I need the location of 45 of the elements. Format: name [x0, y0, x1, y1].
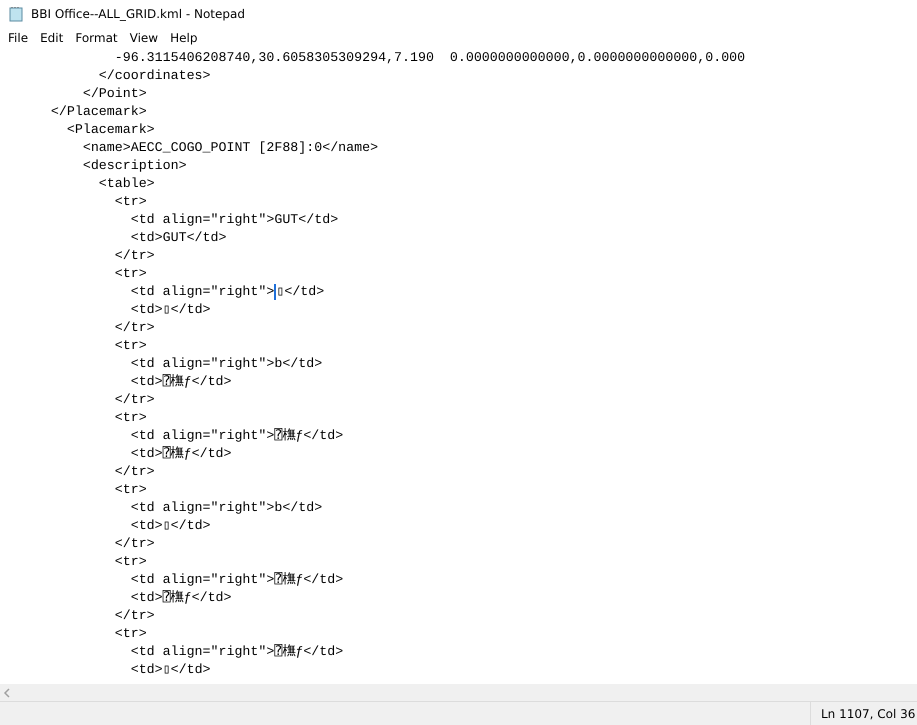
code-line: <td align="right">⍰橅ƒ</td> [130, 643, 344, 661]
code-line: </tr> [114, 535, 155, 553]
code-line: <td align="right">GUT</td> [130, 211, 338, 229]
code-line: <table> [98, 175, 155, 193]
code-line: <tr> [114, 337, 147, 355]
code-line: <tr> [114, 553, 147, 571]
menu-item[interactable]: File [2, 29, 34, 47]
code-line: </tr> [114, 391, 155, 409]
code-line: <name>AECC_COGO_POINT [2F88]:0</name> [82, 139, 378, 157]
code-line: </tr> [114, 463, 155, 481]
code-line: <description> [82, 157, 187, 175]
code-line: <td>▯</td> [130, 301, 211, 319]
scroll-left-icon[interactable] [3, 688, 11, 698]
code-line: <td align="right">b</td> [130, 355, 322, 373]
menu-item[interactable]: Format [69, 29, 124, 47]
code-line: <tr> [114, 265, 147, 283]
menu-item[interactable]: Help [164, 29, 204, 47]
code-line: </Point> [82, 85, 147, 103]
code-line: </coordinates> [98, 67, 211, 85]
code-line: <td align="right">⍰橅ƒ</td> [130, 427, 344, 445]
code-line: <td align="right">b</td> [130, 499, 322, 517]
code-line: </tr> [114, 607, 155, 625]
code-line: -96.3115406208740,30.6058305309294,7.190 0.0000000000000,0.0000000000000,0.000 [114, 49, 746, 67]
code-line: <td>▯</td> [130, 661, 211, 679]
code-line: <td align="right"> [130, 283, 274, 301]
code-line: <td>⍰橅ƒ</td> [130, 445, 232, 463]
code-line: </tr> [114, 247, 155, 265]
code-line: <td>⍰橅ƒ</td> [130, 589, 232, 607]
code-line: </tr> [114, 319, 155, 337]
code-line: <tr> [114, 481, 147, 499]
code-line: <tr> [114, 409, 147, 427]
menu-item[interactable]: View [124, 29, 164, 47]
cursor-position: Ln 1107, Col 36 [810, 702, 917, 725]
code-line: <Placemark> [66, 121, 155, 139]
code-line: <td>⍰橅ƒ</td> [130, 373, 232, 391]
code-line: <tr> [114, 193, 147, 211]
menu-item[interactable]: Edit [34, 29, 70, 47]
code-line: </Placemark> [50, 103, 147, 121]
code-line: <td align="right">⍰橅ƒ</td> [130, 571, 344, 589]
code-line: <tr> [114, 625, 147, 643]
notepad-icon [8, 6, 24, 22]
code-line: <td>▯</td> [130, 517, 211, 535]
window-title: BBI Office--ALL_GRID.kml - Notepad [31, 7, 245, 21]
code-line: <td>GUT</td> [130, 229, 226, 247]
code-line: ▯</td> [276, 283, 324, 301]
